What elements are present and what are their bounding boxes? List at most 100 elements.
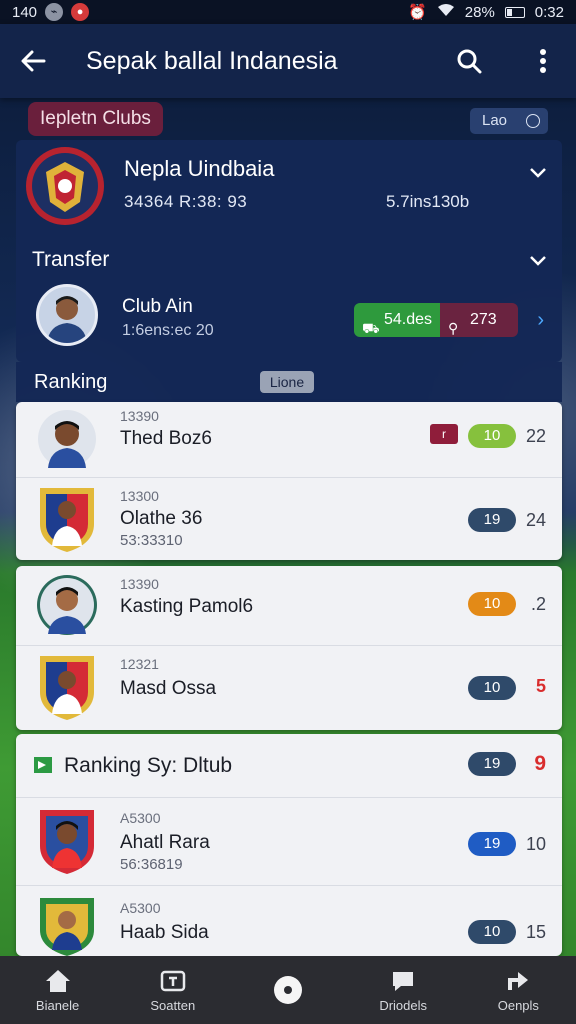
player-meta: 13390 [120,408,159,424]
club-name: Nepla Uindbaia [124,156,275,181]
club-stats: 34364 R:38: 93 [124,192,248,211]
ranking-list-card: 13390 Kasting Pamol6 10 .2 12321 Masd Os… [16,566,562,730]
nav-item-chat[interactable]: Driodels [353,968,453,1013]
table-row[interactable]: 13390 Kasting Pamol6 10 .2 [16,566,562,646]
chevron-down-icon[interactable] [528,162,548,182]
page-title: Sepak ballal Indanesia [86,46,338,75]
more-options-icon[interactable] [528,46,558,76]
status-time-right: 0:32 [534,3,564,21]
alarm-icon: ⏰ [408,4,427,21]
player-avatar [36,408,98,474]
score-badge: 10 [468,592,516,616]
club-ranking-card: Ranking Sy: Dltub 19 9 A5300 Ahatl Rara … [16,734,562,956]
user-icon: ⚲ [448,320,459,336]
club-shield-icon [36,484,98,552]
clock-icon [526,114,540,128]
battery-icon [504,6,525,18]
club-ranking-title: Ranking Sy: Dltub [64,754,233,777]
ranking-flag-icon [32,754,54,776]
row-value: 24 [525,510,546,530]
transfer-fee: 273 [470,311,497,328]
player-meta: A5300 [120,900,161,916]
share-icon [508,971,529,990]
player-meta: 13300 [120,488,159,504]
ranking-header: Ranking Lione [16,362,562,402]
app-notification-icon: ● [71,3,90,21]
club-shield-icon [36,894,98,960]
row-value: 15 [525,922,546,942]
row-value: 9 [534,752,546,775]
chevron-right-icon[interactable]: › [537,309,544,332]
nav-label: Bianele [35,997,80,1013]
status-time-left: 140 [12,3,38,21]
transfer-value: 54.des [384,311,433,328]
clubs-tag[interactable]: Iepletn Clubs [28,102,163,136]
table-row[interactable]: A5300 Ahatl Rara 56:36819 19 10 [16,798,562,886]
nav-item-stats[interactable]: Soatten [123,968,223,1013]
club-shield-icon [36,652,98,720]
tag-row: Iepletn Clubs Lao [28,102,550,136]
chevron-down-icon[interactable] [528,250,548,270]
player-name: Thed Boz6 [120,428,212,449]
row-value: 10 [525,834,546,854]
battery-percent: 28% [464,3,495,21]
wifi-icon [437,3,455,21]
player-sub: 53:33310 [120,532,183,549]
table-row[interactable]: 13300 Olathe 36 53:33310 19 24 [16,478,562,560]
club-shield-icon [36,806,98,874]
player-name: Olathe 36 [120,508,203,529]
club-extra-stat: 5.7ins130b [386,192,470,211]
back-arrow-icon[interactable] [18,46,48,76]
bottom-navigation: Bianele Soatten Driodels Oenpls [0,956,576,1024]
nav-item-home[interactable]: Bianele [8,968,108,1013]
nav-label: Oenpls [497,997,539,1013]
table-row[interactable]: 13390 Thed Boz6 r 10 22 [16,402,562,478]
row-value: 5 [535,676,546,696]
player-meta: 13390 [120,576,159,592]
player-name: Masd Ossa [120,678,217,699]
row-value: .2 [530,594,546,614]
filter-tag-label: Lao [482,112,508,129]
row-value: 22 [525,426,546,446]
home-icon [45,969,70,992]
club-ranking-header[interactable]: Ranking Sy: Dltub 19 9 [16,734,562,798]
money-icon: ⛟ [362,320,380,336]
transfer-fee-pill[interactable]: ⚲ 273 [440,303,518,337]
score-badge: 19 [468,832,516,856]
ranking-filter-chip[interactable]: Lione [260,371,314,393]
tv-icon [160,970,186,991]
transfer-section-title: Transfer [32,248,110,271]
club-crest-icon [24,144,106,228]
score-badge: 10 [468,676,516,700]
nav-item-share[interactable]: Oenpls [468,968,568,1013]
transfer-player-sub: 1:6ens:ec 20 [122,322,214,339]
score-badge: 19 [468,752,516,776]
club-summary-card: Nepla Uindbaia 34364 R:38: 93 5.7ins130b… [16,140,562,362]
player-meta: 12321 [120,656,159,672]
table-row[interactable]: 12321 Masd Ossa 10 5 [16,646,562,730]
score-badge: 19 [468,508,516,532]
ranking-list-card: 13390 Thed Boz6 r 10 22 13300 Olathe 36 … [16,402,562,560]
player-avatar [36,572,98,638]
filter-tag[interactable]: Lao [470,108,548,134]
status-bar: 140 ⌁ ● ⏰ 28% 0:32 [0,0,576,24]
nav-label: Driodels [379,997,427,1013]
notification-icon: ⌁ [45,3,64,21]
transfer-value-pill[interactable]: ⛟ 54.des [354,303,440,337]
score-badge: 10 [468,424,516,448]
transfer-player-name: Club Ain [122,296,193,317]
app-bar: Sepak ballal Indanesia [0,24,576,98]
record-icon [273,976,302,1004]
player-name: Haab Sida [120,922,209,943]
nav-item-center[interactable] [238,976,338,1004]
nav-label: Soatten [150,997,196,1013]
player-meta: A5300 [120,810,161,826]
score-badge: 10 [468,920,516,944]
player-avatar[interactable] [36,284,98,346]
ranking-title: Ranking [34,371,108,393]
table-row[interactable]: A5300 Haab Sida 10 15 [16,886,562,956]
search-icon[interactable] [454,46,484,76]
chat-icon [393,971,414,991]
flag-icon: r [430,424,458,444]
player-name: Ahatl Rara [120,832,210,853]
